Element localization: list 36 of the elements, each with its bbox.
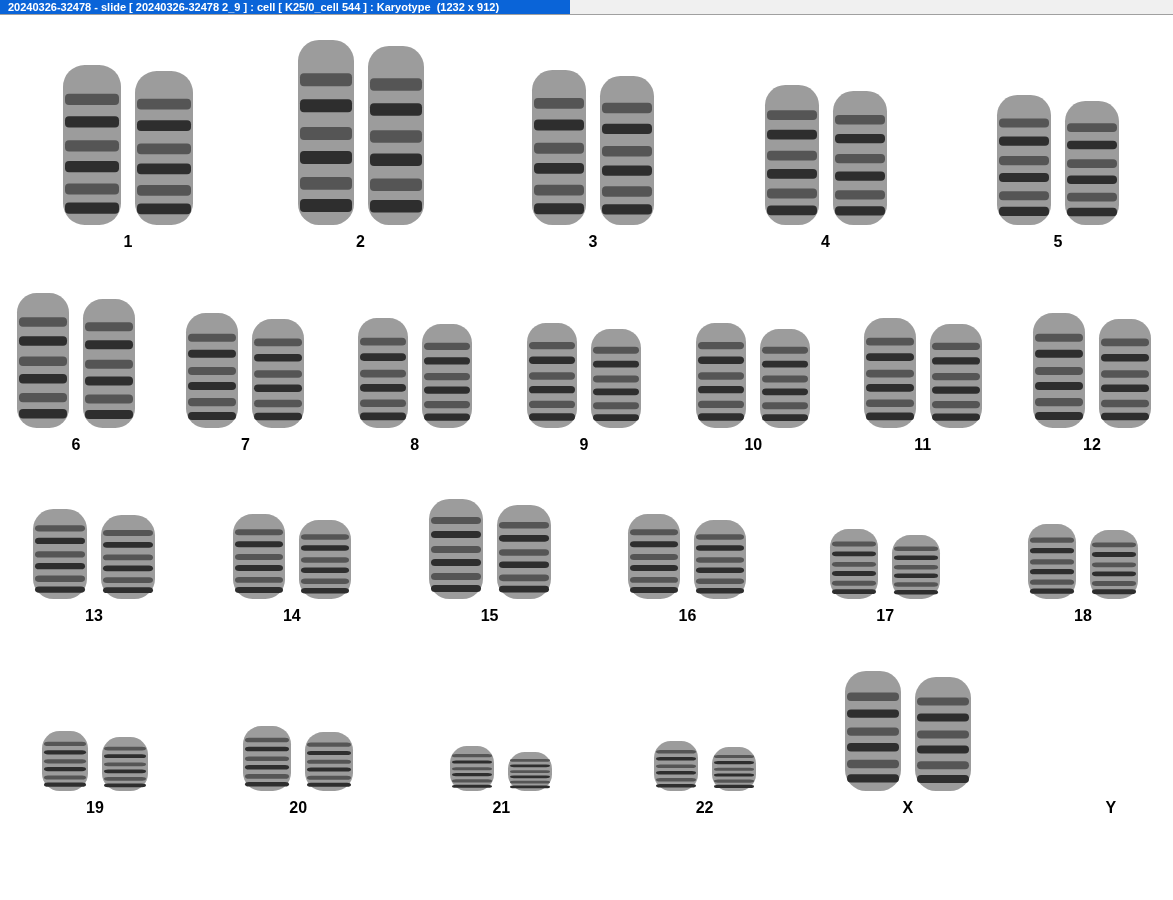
chromosome-drawing	[100, 737, 150, 791]
chromosome-number-label: 11	[914, 436, 932, 454]
chromosome-number-label: 16	[678, 607, 697, 625]
chromosome-number-label: 3	[588, 233, 598, 251]
chromosome-number-label: 22	[695, 799, 714, 817]
chromosome-drawing	[40, 731, 90, 791]
chromosome-drawing	[709, 747, 758, 791]
chromosome-drawing	[890, 535, 943, 599]
chromosome-drawing	[651, 741, 700, 791]
chromosome-number-label: 6	[71, 436, 81, 454]
chromosome-number-label: 9	[579, 436, 589, 454]
chromosome-number-label: 5	[1053, 233, 1063, 251]
chromosome-number-label: 2	[356, 233, 365, 251]
chromosome-drawing	[828, 529, 881, 599]
chromosome-number-label: 1	[123, 233, 133, 251]
chromosome-number-label: 12	[1083, 436, 1101, 454]
chromosome-number-label: 17	[876, 607, 895, 625]
chromosome-number-label: 15	[480, 607, 499, 625]
chromosome-number-label: 10	[744, 436, 763, 454]
chromosome-number-label: X	[902, 799, 914, 817]
chromosome-drawing	[303, 732, 356, 791]
chromosome-drawing	[448, 746, 497, 791]
chromosome-number-label: 4	[821, 233, 830, 251]
chromosome-number-label: 20	[289, 799, 308, 817]
chromosome-drawing	[1088, 530, 1140, 599]
window-title[interactable]: 20240326-32478 - slide [ 20240326-32478 2_9 ] : cell [ K25/0_cell 544 ] : Karyotype (1232 x 912)	[0, 0, 570, 14]
chromosome-number-label: 13	[85, 607, 103, 625]
chromosome-number-label: 19	[86, 799, 104, 817]
chromosome-number-label: Y	[1105, 799, 1117, 817]
chromosome-drawing	[241, 726, 294, 791]
chromosome-number-label: 8	[410, 436, 420, 454]
chromosome-number-label: 18	[1074, 607, 1092, 625]
chromosome-number-label: 7	[240, 436, 250, 454]
chromosome-number-label: 14	[282, 607, 301, 625]
chromosome-drawing	[506, 752, 555, 791]
chromosome-number-label: 21	[492, 799, 511, 817]
